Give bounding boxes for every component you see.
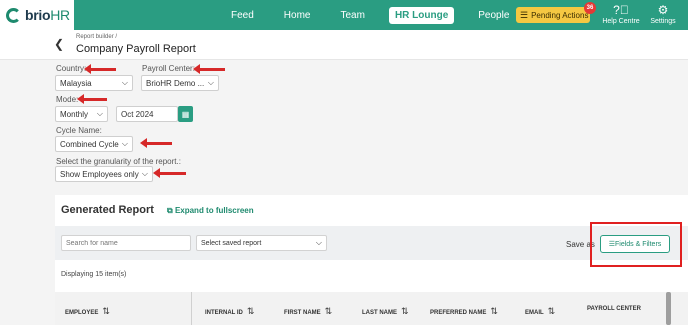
chevron-down-icon: ⌵ — [121, 78, 128, 87]
saved-report-value: Select saved report — [201, 239, 262, 247]
cycle-name-label: Cycle Name: — [56, 126, 102, 135]
column-divider — [191, 292, 192, 325]
logo-icon — [6, 7, 21, 23]
chevron-down-icon: ⌵ — [121, 139, 128, 148]
highlight-box — [590, 222, 682, 267]
cycle-name-select[interactable]: Combined Cycle ⌵ — [55, 136, 133, 152]
scrollbar[interactable] — [666, 292, 671, 325]
annotation-arrow — [140, 138, 172, 148]
mode-select[interactable]: Monthly ⌵ — [55, 106, 108, 122]
logo-accent-text: HR — [50, 7, 70, 23]
gear-icon: ⚙ — [657, 3, 669, 17]
external-link-icon: ⧉ — [167, 206, 175, 215]
main-nav: Feed Home Team HR Lounge People — [225, 0, 533, 30]
nav-people[interactable]: People — [472, 7, 515, 24]
column-payroll-center[interactable]: PAYROLL CENTER — [587, 306, 641, 312]
page-title: Company Payroll Report — [76, 43, 196, 55]
expand-label: Expand to fullscreen — [174, 206, 254, 215]
expand-fullscreen-link[interactable]: ⧉ Expand to fullscreen — [167, 206, 254, 216]
help-centre-button[interactable]: ?⃝ Help Centre — [601, 3, 641, 25]
item-count: Displaying 15 item(s) — [61, 271, 127, 278]
breadcrumb[interactable]: Report builder / — [76, 34, 117, 40]
settings-button[interactable]: ⚙ Settings — [643, 3, 683, 25]
granularity-label: Select the granularity of the report.: — [56, 157, 181, 166]
sort-icon[interactable]: ⇅ — [102, 306, 110, 316]
country-label: Country: — [56, 64, 87, 73]
payroll-center-value: BrioHR Demo ... — [146, 78, 205, 88]
mode-label: Mode: — [56, 95, 79, 104]
nav-hr-lounge[interactable]: HR Lounge — [388, 6, 455, 24]
granularity-select[interactable]: Show Employees only ⌵ — [55, 166, 153, 182]
pending-actions-button[interactable]: ☰ Pending Actions — [516, 7, 590, 23]
generated-report-title: Generated Report — [61, 204, 154, 216]
column-internal-id[interactable]: INTERNAL ID ⇅ — [205, 306, 254, 317]
column-last-name[interactable]: LAST NAME ⇅ — [362, 306, 409, 317]
chevron-down-icon: ⌵ — [207, 78, 214, 87]
column-first-name[interactable]: FIRST NAME ⇅ — [284, 306, 332, 317]
settings-label: Settings — [650, 18, 676, 25]
pending-actions-label: Pending Actions — [531, 10, 589, 20]
chevron-down-icon: ⌵ — [96, 109, 103, 118]
calendar-icon[interactable]: ▦ — [178, 106, 193, 122]
chevron-down-icon: ⌵ — [315, 238, 322, 247]
granularity-value: Show Employees only — [60, 169, 139, 179]
brio-hr-logo[interactable]: brioHR — [0, 0, 74, 30]
sort-icon[interactable]: ⇅ — [490, 306, 498, 316]
mode-value: Monthly — [60, 109, 89, 119]
column-employee[interactable]: EMPLOYEE ⇅ — [65, 306, 110, 317]
payroll-center-label: Payroll Center: — [142, 64, 195, 73]
list-icon: ☰ — [520, 9, 529, 20]
logo-text: brio — [25, 7, 51, 23]
nav-home[interactable]: Home — [278, 7, 317, 24]
country-select[interactable]: Malaysia ⌵ — [55, 75, 133, 91]
annotation-arrow — [84, 64, 116, 74]
payroll-center-select[interactable]: BrioHR Demo ... ⌵ — [141, 75, 219, 91]
help-icon: ?⃝ — [613, 3, 629, 17]
period-value: Oct 2024 — [121, 109, 154, 119]
sort-icon[interactable]: ⇅ — [247, 306, 255, 316]
saved-report-select[interactable]: Select saved report ⌵ — [196, 235, 327, 251]
back-arrow-icon[interactable]: ❮ — [54, 37, 64, 51]
column-preferred-name[interactable]: PREFERRED NAME ⇅ — [430, 306, 498, 317]
table-header: EMPLOYEE ⇅ INTERNAL ID ⇅ FIRST NAME ⇅ LAST … — [55, 292, 688, 325]
help-centre-label: Help Centre — [602, 18, 640, 25]
search-input[interactable] — [61, 235, 191, 251]
nav-feed[interactable]: Feed — [225, 7, 260, 24]
top-navigation-bar: brioHR Feed Home Team HR Lounge People ☰… — [0, 0, 688, 30]
sort-icon[interactable]: ⇅ — [325, 306, 333, 316]
annotation-arrow — [153, 168, 186, 178]
country-value: Malaysia — [60, 78, 92, 88]
annotation-arrow — [77, 94, 107, 104]
page-header: ❮ Report builder / Company Payroll Repor… — [0, 30, 688, 60]
cycle-name-value: Combined Cycle — [60, 139, 119, 149]
period-input[interactable]: Oct 2024 — [116, 106, 178, 122]
annotation-arrow — [193, 64, 225, 74]
nav-team[interactable]: Team — [334, 7, 370, 24]
chevron-down-icon: ⌵ — [141, 169, 148, 178]
column-email[interactable]: EMAIL ⇅ — [525, 306, 555, 317]
pending-count-badge: 36 — [584, 2, 596, 14]
sort-icon[interactable]: ⇅ — [401, 306, 409, 316]
sort-icon[interactable]: ⇅ — [548, 306, 556, 316]
